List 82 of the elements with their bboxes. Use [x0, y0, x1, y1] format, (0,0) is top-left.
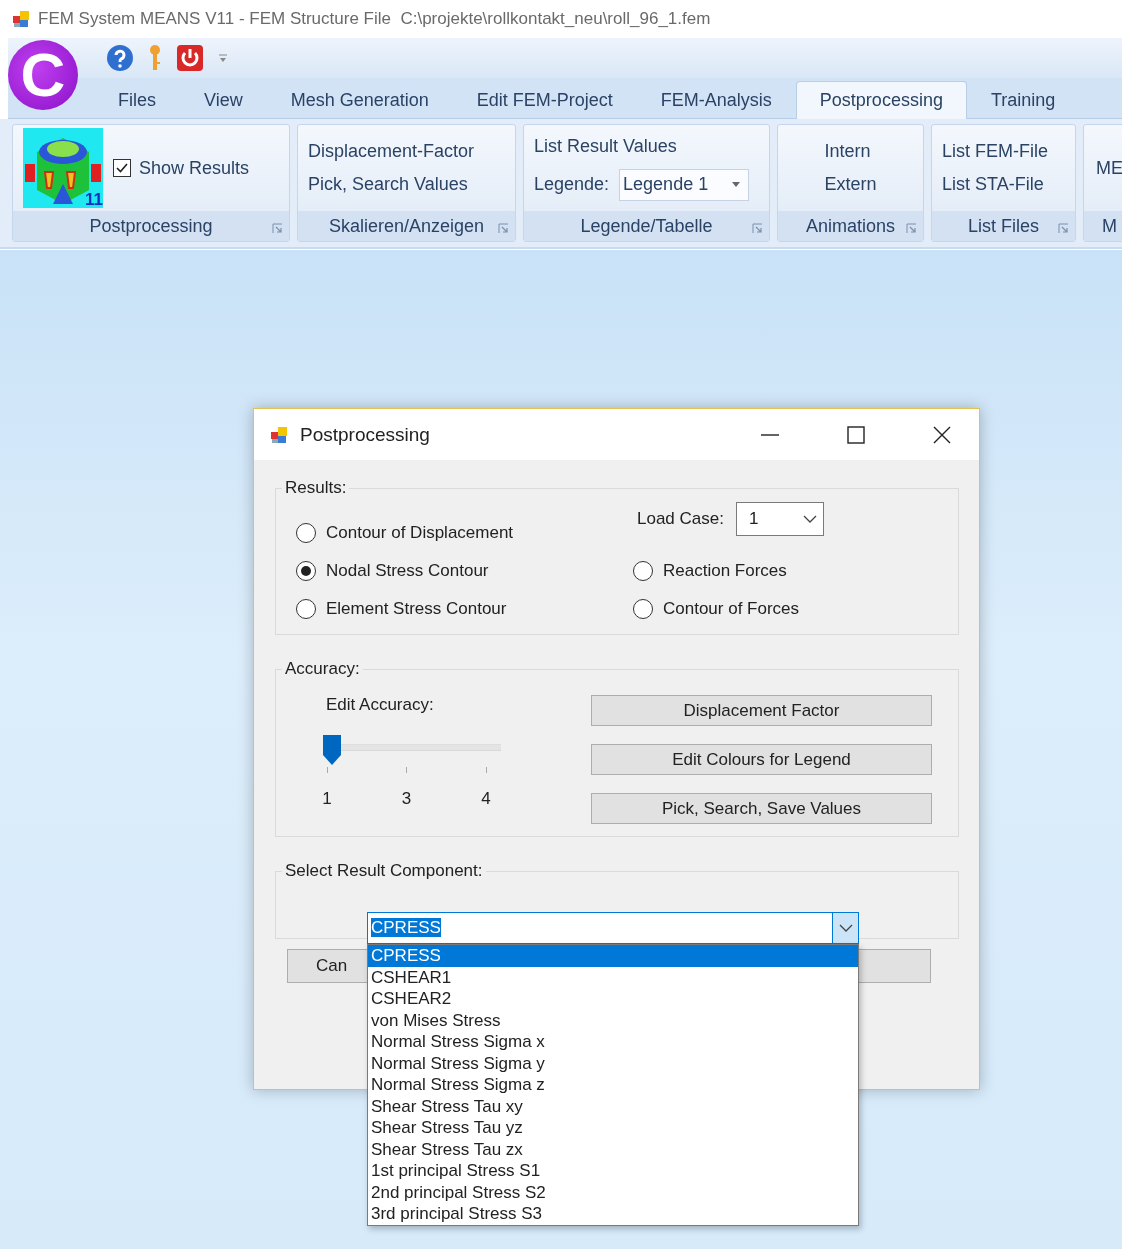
ribbon-tab[interactable]: View: [180, 81, 267, 118]
dropdown-option[interactable]: 2nd principal Stress S2: [368, 1181, 858, 1203]
radio-button[interactable]: [296, 523, 316, 543]
chevron-down-icon: [802, 515, 817, 523]
group-label: Select Result Component:: [284, 861, 484, 881]
tick-label: 4: [481, 789, 491, 809]
help-icon[interactable]: [106, 44, 134, 72]
group-title: Skalieren/Anzeigen: [328, 215, 485, 237]
tick-label: 1: [322, 789, 332, 809]
ribbon-command[interactable]: Intern: [824, 141, 877, 162]
load-case-dropdown[interactable]: 1: [735, 502, 824, 536]
dialog-title: Postprocessing: [300, 423, 431, 446]
minimize-icon: [760, 433, 780, 436]
radio-button[interactable]: [296, 561, 316, 581]
chevron-down-icon: [838, 924, 853, 932]
ribbon-tab[interactable]: Postprocessing: [795, 81, 967, 119]
ribbon-command[interactable]: Pick, Search Values: [308, 174, 475, 195]
dropdown-option[interactable]: Normal Stress Sigma z: [368, 1074, 858, 1096]
dropdown-option[interactable]: Shear Stress Tau yz: [368, 1117, 858, 1139]
dropdown-option[interactable]: 3rd principal Stress S3: [368, 1203, 858, 1225]
ribbon-tab[interactable]: Mesh Generation: [266, 81, 453, 118]
dialog-launcher-icon[interactable]: [1058, 223, 1069, 234]
ribbon-command[interactable]: Extern: [824, 174, 877, 195]
dropdown-option[interactable]: Shear Stress Tau zx: [368, 1138, 858, 1160]
ribbon-command[interactable]: Displacement-Factor: [308, 141, 475, 162]
radio-label[interactable]: Nodal Stress Contour: [326, 561, 489, 581]
ribbon-command[interactable]: List Result Values: [534, 135, 750, 157]
window-title: FEM System MEANS V11 - FEM Structure File C:\projekte\rollkontakt_neu\roll_96_1.fem: [38, 9, 711, 29]
version-number: 11: [85, 190, 103, 210]
ribbon-tab[interactable]: Files: [94, 81, 180, 118]
caret-icon: [732, 182, 741, 187]
app-icon: [12, 10, 30, 28]
group-title: List Files: [968, 215, 1039, 237]
ribbon-tab[interactable]: FEM-Analysis: [636, 81, 796, 118]
group-label: Results:: [284, 478, 348, 498]
radio-button[interactable]: [633, 561, 653, 581]
load-case-label: Load Case:: [637, 509, 724, 529]
dialog-icon: [270, 425, 288, 444]
maximize-icon: [847, 425, 865, 444]
radio-label[interactable]: Element Stress Contour: [326, 599, 507, 619]
checkbox[interactable]: [113, 159, 131, 177]
ribbon-tab[interactable]: Edit FEM-Project: [452, 81, 637, 118]
dialog-launcher-icon[interactable]: [906, 223, 917, 234]
radio-button[interactable]: [296, 599, 316, 619]
radio-label[interactable]: Contour of Forces: [663, 599, 800, 619]
dialog-launcher-icon[interactable]: [498, 223, 509, 234]
dropdown-option[interactable]: CPRESS: [368, 945, 858, 967]
dialog-launcher-icon[interactable]: [272, 223, 283, 234]
dialog-launcher-icon[interactable]: [752, 223, 763, 234]
dialog-button[interactable]: Edit Colours for Legend: [591, 744, 932, 775]
group-label: Accuracy:: [284, 659, 361, 679]
result-component-dropdown[interactable]: CPRESS: [367, 912, 859, 944]
tick-label: 3: [401, 789, 412, 809]
checkbox-label[interactable]: Show Results: [139, 157, 250, 179]
ribbon-command[interactable]: List STA-File: [942, 174, 1048, 195]
power-icon[interactable]: [176, 44, 204, 72]
dropdown-option[interactable]: Shear Stress Tau xy: [368, 1095, 858, 1117]
radio-label[interactable]: Reaction Forces: [663, 561, 787, 581]
group-title: M: [1102, 215, 1117, 237]
dropdown-option[interactable]: CSHEAR1: [368, 966, 858, 988]
dropdown-option[interactable]: 1st principal Stress S1: [368, 1160, 858, 1182]
legend-dropdown[interactable]: Legende 1: [619, 168, 750, 201]
group-title: Legende/Tabelle: [580, 215, 713, 237]
group-title: Animations: [805, 215, 895, 237]
slider-thumb[interactable]: [323, 735, 341, 765]
dropdown-option[interactable]: Normal Stress Sigma x: [368, 1031, 858, 1053]
dropdown-option[interactable]: Normal Stress Sigma y: [368, 1052, 858, 1074]
radio-button[interactable]: [633, 599, 653, 619]
ribbon-tab[interactable]: Training: [966, 81, 1080, 118]
fem-model-icon[interactable]: [23, 128, 103, 208]
combo-label: Legende:: [534, 174, 610, 195]
slider-label: Edit Accuracy:: [326, 695, 434, 714]
close-icon: [932, 424, 952, 445]
dropdown-option[interactable]: CSHEAR2: [368, 988, 858, 1010]
dialog-button[interactable]: Pick, Search, Save Values: [591, 793, 932, 824]
dropdown-option[interactable]: von Mises Stress: [368, 1009, 858, 1031]
group-title: Postprocessing: [89, 215, 213, 237]
radio-label[interactable]: Contour of Displacement: [326, 523, 514, 543]
ribbon-command[interactable]: ME: [1096, 157, 1122, 179]
customize-icon[interactable]: [218, 53, 228, 63]
ribbon-command[interactable]: List FEM-File: [942, 141, 1048, 162]
dialog-button[interactable]: Displacement Factor: [591, 695, 932, 726]
